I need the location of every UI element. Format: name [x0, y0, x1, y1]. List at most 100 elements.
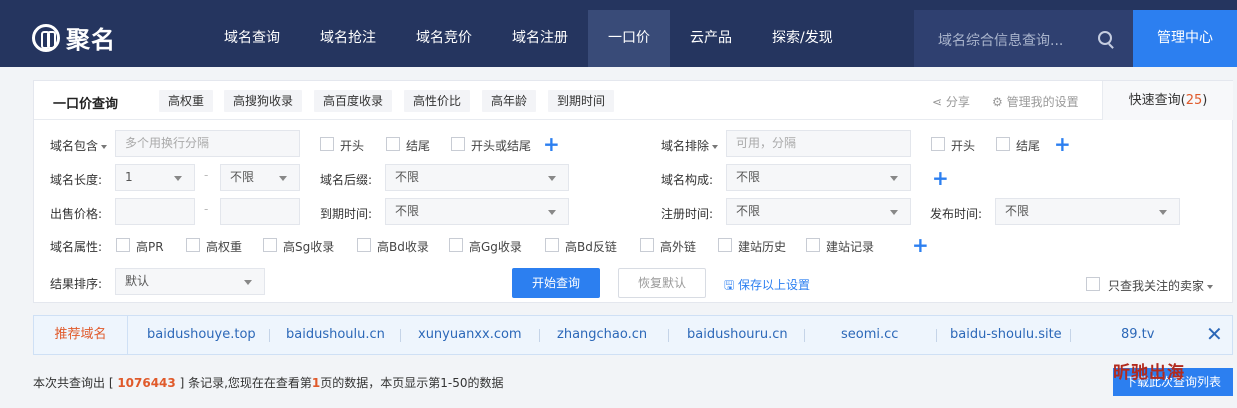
exclude-start-checkbox[interactable] [931, 137, 945, 151]
suffix-select[interactable]: 不限 [385, 164, 569, 191]
attr-label-bd: 高Bd收录 [377, 240, 429, 254]
contains-start-or-end-label: 开头或结尾 [471, 139, 532, 153]
length-min-select[interactable]: 1 [115, 164, 195, 191]
expire-label: 到期时间: [320, 207, 373, 221]
recommend-item[interactable]: baidushouru.cn [687, 327, 788, 342]
chip-high-age[interactable]: 高年龄 [482, 90, 537, 112]
attr-checkbox-bd[interactable] [357, 238, 371, 252]
recommend-item[interactable]: baidushouye.top [147, 327, 256, 342]
attr-label-gg: 高Gg收录 [469, 240, 522, 254]
menu-explore[interactable]: 探索/发现 [752, 10, 853, 67]
attr-label-weight: 高权重 [206, 240, 243, 254]
share-link[interactable]: ⋖ 分享 [932, 93, 970, 110]
exclude-start-label: 开头 [951, 139, 976, 153]
tab-fixed-price-query[interactable]: 一口价查询 [53, 93, 118, 112]
divider [539, 329, 540, 342]
recommend-item[interactable]: 89.tv [1121, 327, 1154, 342]
menu-cloud[interactable]: 云产品 [670, 10, 752, 67]
manage-settings-link[interactable]: ⚙ 管理我的设置 [992, 93, 1079, 110]
length-label: 域名长度: [50, 173, 103, 187]
menu-domain-search[interactable]: 域名查询 [204, 10, 300, 67]
chip-cost-effective[interactable]: 高性价比 [404, 90, 471, 112]
quick-query-tab[interactable]: 快速查询(25) [1102, 81, 1233, 120]
logo-text: 聚名 [66, 26, 116, 54]
attr-checkbox-gg[interactable] [449, 238, 463, 252]
attr-checkbox-bd-backlink[interactable] [545, 238, 559, 252]
divider [400, 329, 401, 342]
chevron-down-icon [1207, 284, 1214, 289]
publish-time-label: 发布时间: [930, 207, 983, 221]
chip-high-weight[interactable]: 高权重 [159, 90, 214, 112]
only-followed-label[interactable]: 只查我关注的卖家 [1108, 277, 1214, 294]
divider [668, 329, 669, 342]
divider [1070, 329, 1071, 342]
contains-input[interactable]: 多个用换行分隔 [115, 130, 300, 157]
attr-checkbox-site-history[interactable] [718, 238, 732, 252]
add-exclude-icon[interactable]: + [1054, 134, 1071, 154]
sort-select[interactable]: 默认 [115, 268, 265, 295]
compose-select[interactable]: 不限 [726, 164, 911, 191]
register-time-select[interactable]: 不限 [726, 198, 911, 225]
contains-dropdown[interactable]: 域名包含 [50, 137, 108, 154]
menu-fixed-price[interactable]: 一口价 [588, 10, 670, 67]
price-dash: - [204, 202, 209, 216]
menu-domain-auction[interactable]: 域名竞价 [396, 10, 492, 67]
chip-high-sogou[interactable]: 高搜狗收录 [224, 90, 303, 112]
add-contains-icon[interactable]: + [543, 134, 560, 154]
register-time-label: 注册时间: [661, 207, 714, 221]
save-settings-link[interactable]: 🖫 保存以上设置 [724, 276, 810, 297]
length-max-select[interactable]: 不限 [220, 164, 300, 191]
contains-end-label: 结尾 [406, 139, 431, 153]
quick-query-label: 快速查询( [1128, 93, 1186, 108]
exclude-end-checkbox[interactable] [996, 137, 1010, 151]
attr-checkbox-site-record[interactable] [806, 238, 820, 252]
recommend-item[interactable]: xunyuanxx.com [418, 327, 522, 342]
save-settings-label: 保存以上设置 [738, 278, 811, 292]
logo-icon [32, 23, 60, 52]
exclude-input[interactable]: 可用，分隔 [726, 130, 911, 157]
manage-settings-label: 管理我的设置 [1006, 95, 1079, 109]
reset-button[interactable]: 恢复默认 [618, 268, 706, 298]
attr-label-bd-backlink: 高Bd反链 [565, 240, 617, 254]
summary-part1: 本次共查询出 [ [33, 376, 118, 390]
quick-query-close: ) [1202, 93, 1208, 108]
contains-end-checkbox[interactable] [386, 137, 400, 151]
price-min-input[interactable] [115, 198, 195, 225]
attr-checkbox-weight[interactable] [186, 238, 200, 252]
exclude-label: 域名排除 [661, 139, 710, 153]
chevron-down-icon [712, 144, 719, 149]
search-button[interactable]: 开始查询 [512, 268, 600, 298]
search-icon[interactable] [1098, 31, 1112, 45]
close-icon[interactable]: ✕ [1206, 322, 1223, 346]
recommend-item[interactable]: baidushoulu.cn [286, 327, 385, 342]
contains-start-checkbox[interactable] [320, 137, 334, 151]
recommend-label: 推荐域名 [34, 316, 128, 354]
add-compose-icon[interactable]: + [932, 168, 949, 188]
admin-center-button[interactable]: 管理中心 [1133, 10, 1237, 67]
tab-bar: 一口价查询 高权重 高搜狗收录 高百度收录 高性价比 高年龄 到期时间 ⋖ 分享… [34, 81, 1233, 120]
expire-select[interactable]: 不限 [385, 198, 569, 225]
attr-checkbox-pr[interactable] [116, 238, 130, 252]
length-dash: - [204, 168, 209, 182]
exclude-dropdown[interactable]: 域名排除 [661, 137, 719, 154]
logo[interactable]: 聚名 [32, 20, 116, 55]
add-attr-icon[interactable]: + [912, 235, 929, 255]
attr-checkbox-outlink[interactable] [640, 238, 654, 252]
contains-start-or-end-checkbox[interactable] [451, 137, 465, 151]
chip-expire-time[interactable]: 到期时间 [548, 90, 615, 112]
price-max-input[interactable] [220, 198, 300, 225]
watermark-text: 昕驰出海 [1113, 363, 1185, 383]
recommend-item[interactable]: seomi.cc [841, 327, 898, 342]
menu-domain-register[interactable]: 域名注册 [492, 10, 588, 67]
only-followed-checkbox[interactable] [1086, 277, 1100, 291]
recommend-item[interactable]: baidu-shoulu.site [950, 327, 1062, 342]
chip-high-baidu[interactable]: 高百度收录 [314, 90, 393, 112]
attr-checkbox-sg[interactable] [263, 238, 277, 252]
divider [269, 329, 270, 342]
publish-time-select[interactable]: 不限 [995, 198, 1180, 225]
nav-search-input[interactable]: 域名综合信息查询... [914, 10, 1133, 67]
menu-domain-snap[interactable]: 域名抢注 [300, 10, 396, 67]
attr-label-sg: 高Sg收录 [283, 240, 335, 254]
recommend-item[interactable]: zhangchao.cn [557, 327, 647, 342]
suffix-label: 域名后缀: [320, 173, 373, 187]
